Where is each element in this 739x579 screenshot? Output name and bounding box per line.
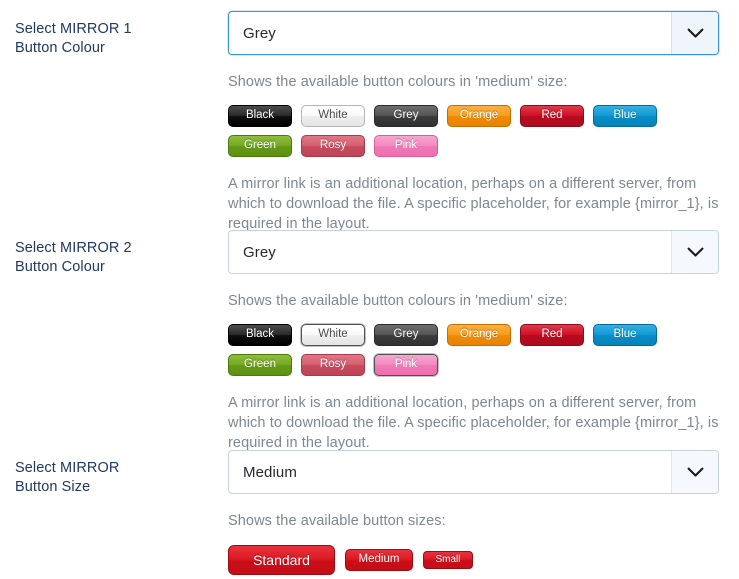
helper-text-sizes: Shows the available button sizes: (228, 513, 446, 529)
control-column: Grey Shows the available button colours … (228, 0, 739, 234)
size-button-list: Standard Medium Small (228, 545, 719, 575)
colour-button-rosy[interactable]: Rosy (301, 354, 365, 376)
colour-swatch-list-1: Black White Grey Orange Red Blue Green R… (228, 105, 708, 157)
field-label-line1: Select MIRROR (15, 460, 120, 476)
label-column: Select MIRROR 2 Button Colour (0, 219, 228, 277)
chevron-down-icon[interactable] (671, 451, 718, 493)
form-row-mirror-1-colour: Select MIRROR 1 Button Colour Grey Shows… (0, 0, 739, 234)
field-label-line1: Select MIRROR 1 (15, 21, 132, 37)
colour-button-black[interactable]: Black (228, 324, 292, 346)
size-button-small[interactable]: Small (423, 551, 473, 569)
control-column: Medium Shows the available button sizes:… (228, 439, 739, 575)
field-label-line2: Button Colour (15, 259, 105, 275)
colour-swatch-list-2: Black White Grey Orange Red Blue Green R… (228, 324, 708, 376)
colour-button-orange[interactable]: Orange (447, 105, 511, 127)
colour-button-rosy[interactable]: Rosy (301, 135, 365, 157)
colour-button-green[interactable]: Green (228, 354, 292, 376)
colour-button-green[interactable]: Green (228, 135, 292, 157)
control-column: Grey Shows the available button colours … (228, 219, 739, 453)
colour-button-red[interactable]: Red (520, 105, 584, 127)
colour-button-orange[interactable]: Orange (447, 324, 511, 346)
select-mirror-1-colour[interactable]: Grey (228, 11, 719, 55)
helper-text-colours-1: Shows the available button colours in 'm… (228, 74, 568, 90)
colour-button-grey[interactable]: Grey (374, 324, 438, 346)
size-button-medium[interactable]: Medium (345, 549, 413, 571)
form-row-mirror-2-colour: Select MIRROR 2 Button Colour Grey Shows… (0, 219, 739, 453)
select-mirror-2-colour-value: Grey (243, 243, 276, 261)
field-label-line1: Select MIRROR 2 (15, 240, 132, 256)
select-mirror-button-size[interactable]: Medium (228, 450, 719, 494)
colour-button-black[interactable]: Black (228, 105, 292, 127)
field-label-line2: Button Size (15, 479, 91, 495)
colour-button-red[interactable]: Red (520, 324, 584, 346)
settings-form-page: Select MIRROR 1 Button Colour Grey Shows… (0, 0, 739, 579)
colour-button-pink[interactable]: Pink (374, 354, 438, 376)
select-mirror-2-colour[interactable]: Grey (228, 230, 719, 274)
form-row-mirror-size: Select MIRROR Button Size Medium Shows t… (0, 439, 739, 575)
colour-button-blue[interactable]: Blue (593, 105, 657, 127)
colour-button-pink[interactable]: Pink (374, 135, 438, 157)
field-label-line2: Button Colour (15, 40, 105, 56)
select-mirror-1-colour-value: Grey (243, 24, 276, 42)
helper-text-colours-2: Shows the available button colours in 'm… (228, 293, 568, 309)
chevron-down-icon[interactable] (671, 12, 718, 54)
size-button-standard[interactable]: Standard (228, 545, 335, 575)
colour-button-white[interactable]: White (301, 105, 365, 127)
chevron-down-icon[interactable] (671, 231, 718, 273)
colour-button-grey[interactable]: Grey (374, 105, 438, 127)
label-column: Select MIRROR Button Size (0, 439, 228, 497)
colour-button-white[interactable]: White (301, 324, 365, 346)
label-column: Select MIRROR 1 Button Colour (0, 0, 228, 58)
select-mirror-button-size-value: Medium (243, 463, 297, 481)
colour-button-blue[interactable]: Blue (593, 324, 657, 346)
